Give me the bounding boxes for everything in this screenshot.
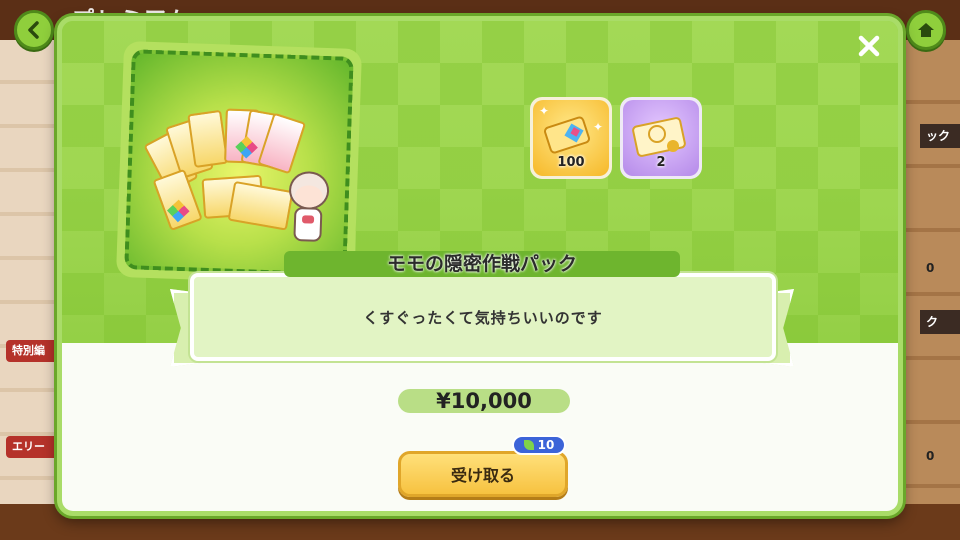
chevron-left-icon (28, 21, 39, 39)
momo-character (281, 170, 336, 251)
right-tag-pack: ック (920, 124, 960, 148)
pack-name: モモの隠密作戦パック (284, 251, 680, 277)
right-tag-number: 0 (926, 261, 935, 275)
receive-button[interactable]: 受け取る (398, 451, 568, 497)
pack-purchase-dialog: ✦ ✦ 100 2 くすぐったくて気持ちいいのです モモの隠密作戦パック ¥10… (57, 16, 903, 516)
receive-button-label: 受け取る (450, 466, 515, 485)
reward-gold-ticket[interactable]: 2 (620, 97, 702, 179)
price-label: ¥10,000 (398, 389, 570, 413)
pack-description: くすぐったくて気持ちいいのです (363, 308, 603, 327)
reward-gacha-ticket[interactable]: ✦ ✦ 100 (530, 97, 612, 179)
leaf-icon (523, 440, 534, 450)
pack-artwork (124, 49, 354, 277)
home-button[interactable] (906, 10, 946, 50)
gacha-ticket-icon: ✦ ✦ 100 (533, 100, 609, 176)
right-tag-number-2: 0 (926, 449, 935, 463)
bonus-badge: 10 (512, 435, 566, 455)
reward-count: 2 (656, 155, 666, 170)
description-box: くすぐったくて気持ちいいのです (190, 273, 776, 361)
close-button[interactable] (854, 31, 884, 61)
right-tag-pack-2: ク (920, 310, 960, 334)
reward-count: 100 (557, 155, 585, 170)
gold-ticket-icon: 2 (623, 100, 699, 176)
ticket-icon (187, 109, 229, 169)
bonus-count: 10 (537, 438, 555, 452)
pack-image-card (115, 40, 363, 286)
home-icon (918, 23, 934, 37)
close-icon (858, 35, 880, 57)
back-button[interactable] (14, 10, 54, 50)
